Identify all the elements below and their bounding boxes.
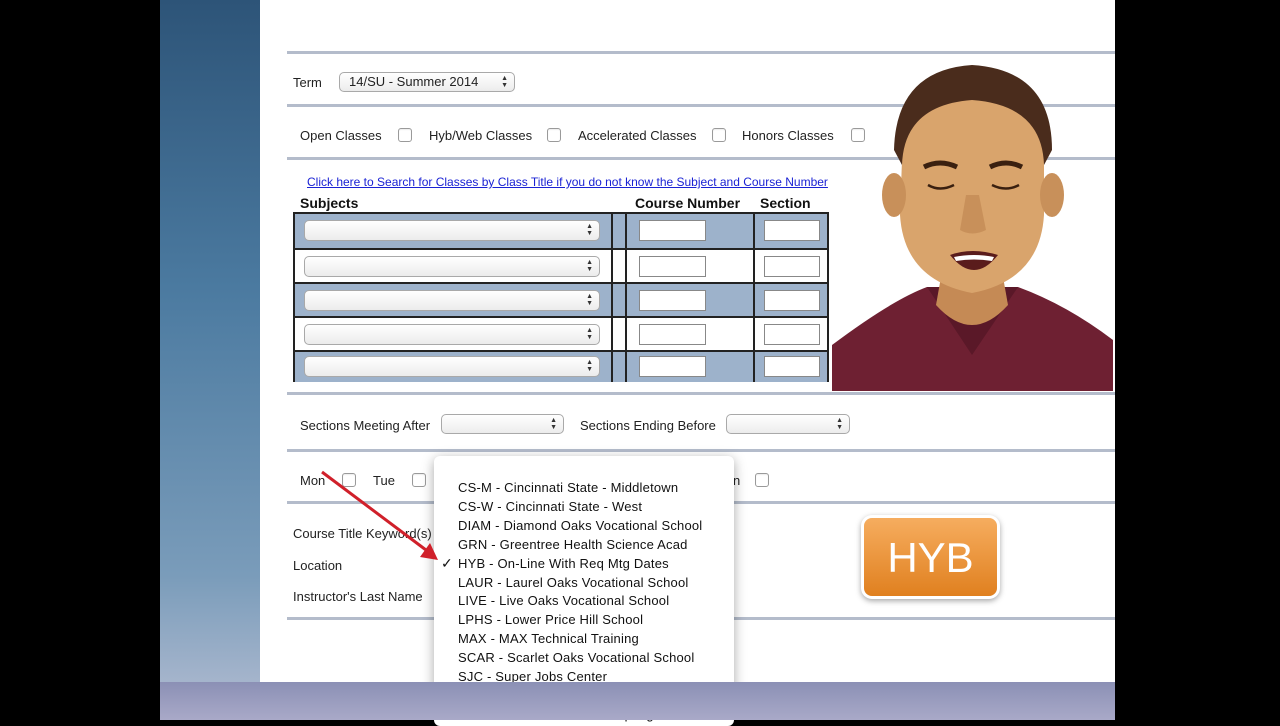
hyb-web-classes-checkbox[interactable] — [547, 128, 561, 142]
location-option[interactable]: CS-W - Cincinnati State - West — [458, 499, 642, 514]
day-tue-label: Tue — [373, 473, 395, 488]
subject-select[interactable]: ▲ ▼ — [304, 256, 600, 277]
up-down-chevron-icon: ▲ ▼ — [550, 417, 557, 431]
section-input[interactable] — [764, 324, 820, 345]
up-down-chevron-icon: ▲ ▼ — [586, 293, 593, 307]
cell-divider — [611, 250, 627, 284]
meeting-after-label: Sections Meeting After — [300, 418, 431, 433]
course-number-input[interactable] — [639, 324, 706, 345]
cell-divider — [611, 214, 627, 248]
cell-divider — [753, 214, 755, 248]
table-row: ▲ ▼ — [295, 316, 827, 352]
location-option[interactable]: GRN - Greentree Health Science Acad — [458, 537, 688, 552]
cell-divider — [611, 318, 627, 352]
open-classes-label: Open Classes — [300, 128, 382, 143]
subjects-header: Subjects — [300, 195, 359, 211]
term-value: 14/SU - Summer 2014 — [349, 74, 479, 89]
divider — [287, 392, 1115, 395]
location-option[interactable]: LIVE - Live Oaks Vocational School — [458, 593, 669, 608]
course-number-input[interactable] — [639, 256, 706, 277]
ending-before-label: Sections Ending Before — [580, 418, 716, 433]
location-option[interactable]: MAX - MAX Technical Training — [458, 631, 639, 646]
open-classes-checkbox[interactable] — [398, 128, 412, 142]
location-option[interactable]: LAUR - Laurel Oaks Vocational School — [458, 575, 689, 590]
section-input[interactable] — [764, 290, 820, 311]
subject-select[interactable]: ▲ ▼ — [304, 324, 600, 345]
up-down-chevron-icon: ▲ ▼ — [586, 223, 593, 237]
divider — [287, 51, 1115, 54]
course-number-input[interactable] — [639, 356, 706, 377]
cell-divider — [753, 352, 755, 382]
cell-divider — [611, 352, 627, 382]
instructor-label: Instructor's Last Name — [293, 589, 423, 604]
accelerated-classes-checkbox[interactable] — [712, 128, 726, 142]
ending-before-select[interactable]: ▲ ▼ — [726, 414, 850, 434]
meeting-after-select[interactable]: ▲ ▼ — [441, 414, 564, 434]
table-row: ▲ ▼ — [295, 350, 827, 382]
location-option[interactable]: SCAR - Scarlet Oaks Vocational School — [458, 650, 694, 665]
section-input[interactable] — [764, 356, 820, 377]
location-option[interactable]: DIAM - Diamond Oaks Vocational School — [458, 518, 702, 533]
bottom-bar — [160, 682, 1115, 720]
up-down-chevron-icon: ▲ ▼ — [586, 327, 593, 341]
term-label: Term — [293, 75, 322, 90]
subject-select[interactable]: ▲ ▼ — [304, 290, 600, 311]
table-row: ▲ ▼ — [295, 214, 827, 248]
day-sun-checkbox[interactable] — [755, 473, 769, 487]
location-option[interactable]: CS-M - Cincinnati State - Middletown — [458, 480, 678, 495]
location-option[interactable]: HYB - On-Line With Req Mtg Dates — [458, 556, 669, 571]
course-title-label: Course Title Keyword(s) — [293, 526, 432, 541]
cell-divider — [753, 250, 755, 284]
location-option[interactable]: LPHS - Lower Price Hill School — [458, 612, 643, 627]
day-mon-checkbox[interactable] — [342, 473, 356, 487]
search-by-title-link[interactable]: Click here to Search for Classes by Clas… — [307, 175, 828, 189]
course-number-input[interactable] — [639, 290, 706, 311]
accelerated-classes-label: Accelerated Classes — [578, 128, 697, 143]
table-row: ▲ ▼ — [295, 282, 827, 318]
up-down-chevron-icon: ▲ ▼ — [836, 417, 843, 431]
cell-divider — [611, 284, 627, 318]
narrator-avatar — [832, 65, 1113, 391]
table-row: ▲ ▼ — [295, 248, 827, 284]
course-number-header: Course Number — [635, 195, 741, 211]
term-select[interactable]: 14/SU - Summer 2014 ▲ ▼ — [339, 72, 515, 92]
checkmark-icon: ✓ — [441, 554, 453, 571]
subject-select[interactable]: ▲ ▼ — [304, 220, 600, 241]
hyb-badge: HYB — [864, 518, 997, 596]
cell-divider — [753, 318, 755, 352]
day-partial-label: n — [733, 473, 741, 488]
up-down-chevron-icon: ▲ ▼ — [501, 75, 508, 89]
course-number-input[interactable] — [639, 220, 706, 241]
day-mon-label: Mon — [300, 473, 326, 488]
subject-select[interactable]: ▲ ▼ — [304, 356, 600, 377]
honors-classes-label: Honors Classes — [742, 128, 834, 143]
day-tue-checkbox[interactable] — [412, 473, 426, 487]
hyb-web-classes-label: Hyb/Web Classes — [429, 128, 533, 143]
divider — [287, 449, 1115, 452]
section-input[interactable] — [764, 256, 820, 277]
up-down-chevron-icon: ▲ ▼ — [586, 259, 593, 273]
up-down-chevron-icon: ▲ ▼ — [586, 359, 593, 373]
section-header: Section — [760, 195, 811, 211]
cell-divider — [753, 284, 755, 318]
section-input[interactable] — [764, 220, 820, 241]
location-label: Location — [293, 558, 343, 573]
subjects-table: ▲ ▼ ▲ ▼ ▲ ▼ ▲ ▼ ▲ ▼ — [293, 212, 829, 382]
